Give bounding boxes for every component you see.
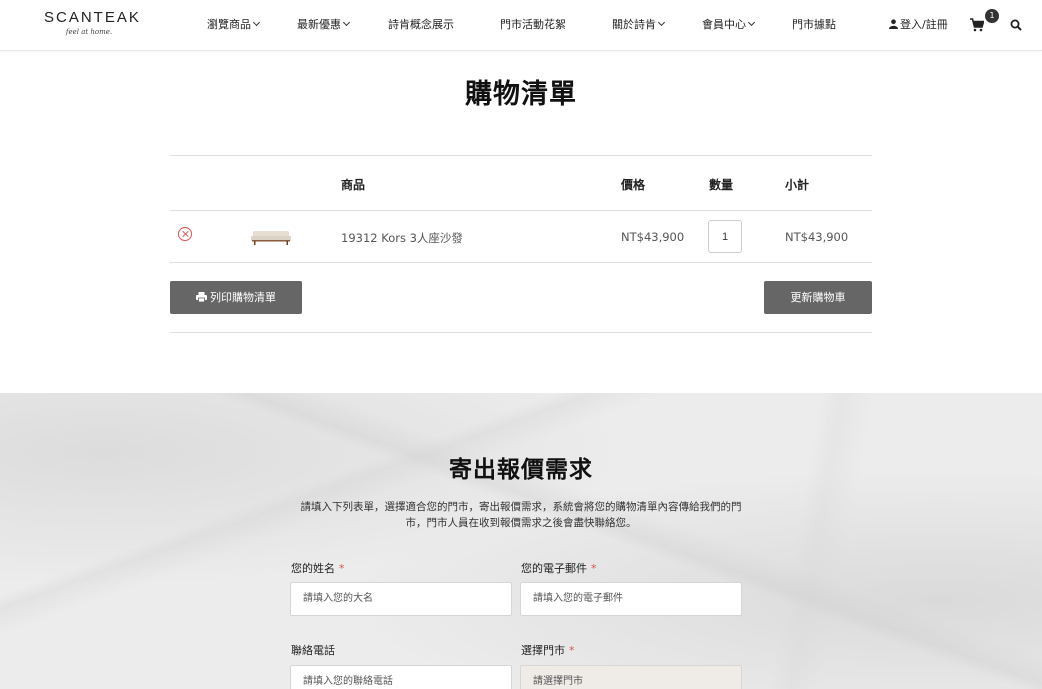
nav-item-browse-products[interactable]: 瀏覽商品	[207, 17, 261, 33]
table-bottom-divider	[170, 332, 872, 333]
required-mark: *	[569, 644, 575, 657]
page-title: 購物清單	[465, 79, 577, 110]
required-mark: *	[339, 562, 345, 575]
phone-label: 聯絡電話	[291, 644, 335, 657]
search-icon[interactable]	[1010, 19, 1022, 31]
table-header-divider	[170, 210, 872, 211]
store-label: 選擇門市 *	[521, 644, 575, 657]
store-select[interactable]: 請選擇門市	[520, 665, 742, 689]
nav-item-concept-display[interactable]: 詩肯概念展示	[388, 17, 454, 33]
table-top-divider	[170, 155, 872, 156]
cart-count-badge: 1	[985, 9, 999, 23]
logo[interactable]: SCANTEAK feel at home.	[44, 9, 141, 36]
printer-icon	[196, 292, 207, 302]
product-thumbnail[interactable]	[250, 226, 292, 248]
login-register-link[interactable]: 登入/註冊	[889, 17, 948, 33]
remove-item-icon[interactable]	[178, 227, 192, 241]
nav-item-latest-offers[interactable]: 最新優惠	[297, 17, 351, 33]
product-subtotal: NT$43,900	[785, 230, 849, 244]
table-row-divider	[170, 262, 872, 263]
chevron-down-icon	[342, 18, 351, 27]
quote-title: 寄出報價需求	[449, 457, 593, 483]
chevron-down-icon	[747, 18, 756, 27]
quantity-input[interactable]	[708, 220, 742, 253]
column-header-quantity: 數量	[709, 178, 734, 192]
column-header-subtotal: 小計	[785, 178, 810, 192]
product-price: NT$43,900	[621, 230, 685, 244]
nav-item-about[interactable]: 關於詩肯	[612, 17, 666, 33]
user-icon	[889, 19, 898, 29]
required-mark: *	[591, 562, 597, 575]
site-header: SCANTEAK feel at home. 瀏覽商品 最新優惠 詩肯概念展示 …	[0, 0, 1042, 51]
email-input[interactable]: 請填入您的電子郵件	[520, 582, 742, 616]
quote-request-section: 寄出報價需求 請填入下列表單，選擇適合您的門市，寄出報價需求，系統會將您的購物清…	[0, 393, 1042, 689]
chevron-down-icon	[657, 18, 666, 27]
logo-brand: SCANTEAK	[44, 9, 141, 26]
nav-item-member-center[interactable]: 會員中心	[702, 17, 756, 33]
name-label: 您的姓名 *	[291, 562, 345, 575]
email-label: 您的電子郵件 *	[521, 562, 597, 575]
print-list-button[interactable]: 列印購物清單	[170, 281, 302, 314]
phone-input[interactable]: 請填入您的聯絡電話	[290, 665, 512, 689]
logo-tagline: feel at home.	[65, 28, 113, 36]
nav-item-store-events[interactable]: 門市活動花絮	[500, 17, 566, 33]
nav-item-store-locations[interactable]: 門市據點	[792, 17, 836, 33]
quote-description: 請填入下列表單，選擇適合您的門市，寄出報價需求，系統會將您的購物清單內容傳給我們…	[300, 501, 742, 529]
column-header-product: 商品	[341, 178, 366, 192]
update-cart-button[interactable]: 更新購物車	[764, 281, 872, 314]
cart-icon[interactable]	[970, 18, 984, 32]
column-header-price: 價格	[621, 178, 646, 192]
name-input[interactable]: 請填入您的大名	[290, 582, 512, 616]
product-name-link[interactable]: 19312 Kors 3人座沙發	[341, 230, 463, 246]
chevron-down-icon	[252, 18, 261, 27]
